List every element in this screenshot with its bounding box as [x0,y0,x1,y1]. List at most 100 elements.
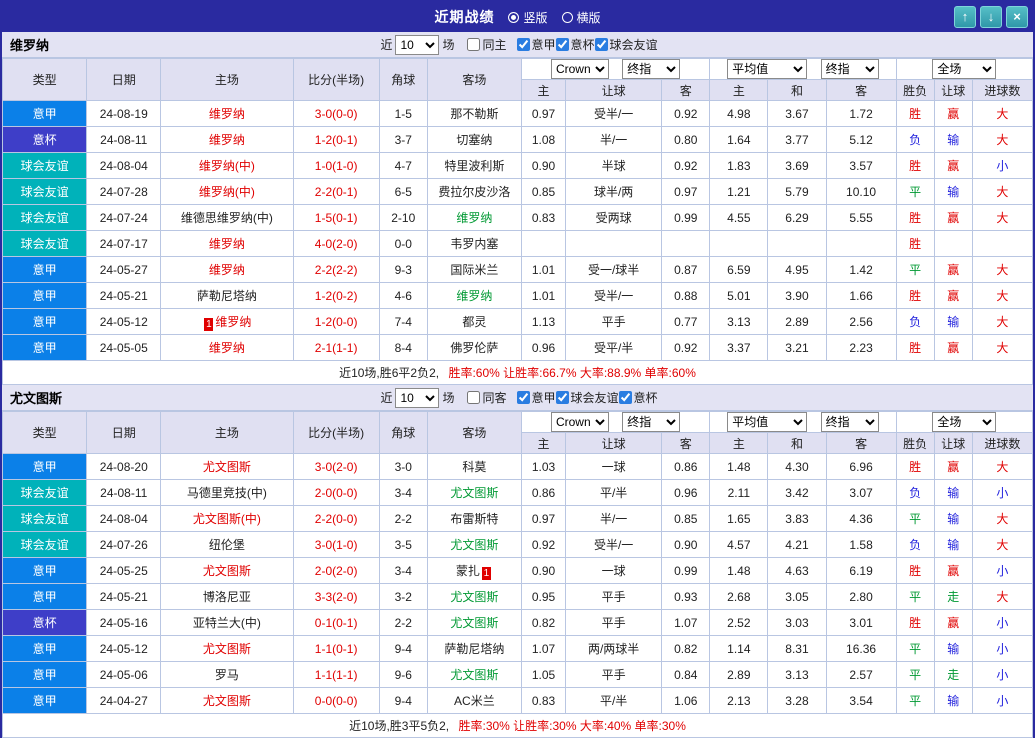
match-row: 意杯 24-08-11 维罗纳 1-2(0-1) 3-7 切塞纳 1.08 半/一 0.80 1.… [1,126,1034,153]
bookmaker-select[interactable]: Crown [550,59,609,79]
same-home-checkbox[interactable]: 同主 [467,36,507,53]
col-header-type: 类型 [1,58,88,101]
odds-away: 1.06 [661,687,711,714]
avg-stage-select[interactable]: 终指 [820,59,879,79]
home-team: 尤文图斯 [160,453,294,480]
avg-draw-odds: 3.67 [767,100,827,127]
match-count-select[interactable]: 10 [395,387,440,408]
match-row: 意甲 24-08-19 维罗纳 3-0(0-0) 1-5 那不勒斯 0.97 受半/一 0.92… [1,100,1034,127]
sub-header-goals: 进球数 [971,79,1034,101]
bookmaker-select[interactable]: Crown [550,412,609,432]
scope-select[interactable]: 全场 [932,412,997,432]
layout-vertical-label: 竖版 [523,10,548,25]
match-row: 意甲 24-05-06 罗马 1-1(1-1) 9-6 尤文图斯 1.05 平手 0.84 2.8… [1,661,1034,688]
average-header-cell: 平均值 终指 [709,58,897,80]
match-count-select[interactable]: 10 [395,34,440,55]
same-away-checkbox[interactable]: 同客 [467,389,507,406]
team-label: 切塞纳 [456,133,493,147]
home-team: 萨勒尼塔纳 [160,282,294,309]
league-badge: 意甲 [1,583,88,610]
away-team: 蒙扎 1 [426,557,522,584]
corner-score: 3-4 [378,557,428,584]
col-header-corner: 角球 [378,411,428,454]
average-select[interactable]: 平均值 [727,59,808,79]
result-mark: 平 [895,505,935,532]
avg-home-odds: 1.65 [709,505,769,532]
league-filter-checkbox[interactable]: 球会友谊 [594,36,658,53]
handicap-line: 平手 [565,661,663,688]
handicap-result-mark: 输 [933,308,973,335]
handicap-line [565,230,663,257]
avg-home-odds: 2.13 [709,687,769,714]
odds-header-cell: Crown 终指 [520,411,711,433]
odds-stage-select[interactable]: 终指 [622,412,681,432]
home-team: 尤文图斯 [160,687,294,714]
away-team: 尤文图斯 [426,479,522,506]
league-badge: 球会友谊 [1,531,88,558]
handicap-line: 平手 [565,609,663,636]
league-filter-checkbox[interactable]: 意甲 [516,389,556,406]
avg-stage-select[interactable]: 终指 [820,412,879,432]
score: 2-0(0-0) [292,479,380,506]
handicap-line: 受两球 [565,204,663,231]
goals-result-mark: 小 [971,661,1034,688]
goals-result-mark: 大 [971,282,1034,309]
home-team: 维罗纳 [160,100,294,127]
avg-draw-odds: 3.03 [767,609,827,636]
layout-horizontal-option[interactable]: 横版 [561,9,601,26]
sub-header-handicap-result: 让球 [933,79,973,101]
match-row: 意甲 24-05-12 1 维罗纳 1-2(0-0) 7-4 都灵 1.13 平手 0.77 3.1… [1,308,1034,335]
league-badge: 意甲 [1,100,88,127]
team-label: 尤文图斯 [450,486,499,500]
team-label: 特里波利斯 [444,159,505,173]
layout-vertical-radio[interactable] [508,11,520,23]
handicap-result-mark: 赢 [933,100,973,127]
score: 4-0(2-0) [292,230,380,257]
games-label: 场 [442,38,455,52]
team-label: 都灵 [462,315,487,329]
layout-horizontal-label: 横版 [576,10,601,25]
avg-home-odds: 2.11 [709,479,769,506]
avg-home-odds: 1.48 [709,453,769,480]
odds-home: 0.82 [520,609,567,636]
handicap-result-mark: 走 [933,661,973,688]
move-down-button[interactable]: ↓ [980,6,1002,28]
avg-draw-odds: 3.77 [767,126,827,153]
team-label: 马德里竞技(中) [186,486,267,500]
avg-home-odds: 4.98 [709,100,769,127]
team-label: AC米兰 [454,694,495,708]
same-home-checkbox-input[interactable] [467,38,481,51]
handicap-result-mark: 输 [933,635,973,662]
layout-horizontal-radio[interactable] [561,11,573,23]
red-card-icon: 1 [481,566,491,580]
result-mark: 平 [895,687,935,714]
layout-vertical-option[interactable]: 竖版 [508,9,548,26]
move-up-button[interactable]: ↑ [954,6,976,28]
odds-stage-select[interactable]: 终指 [622,59,681,79]
close-button[interactable]: × [1006,6,1028,28]
league-filter-checkbox[interactable]: 意甲 [516,36,556,53]
sub-header-avg-draw: 和 [767,79,827,101]
handicap-result-mark [933,230,973,257]
match-date: 24-05-25 [86,557,162,584]
same-away-checkbox-input[interactable] [467,391,481,404]
home-team: 维德思维罗纳(中) [160,204,294,231]
score: 2-2(2-2) [292,256,380,283]
team-label: 费拉尔皮沙洛 [438,185,511,199]
league-filter-checkbox[interactable]: 意杯 [618,389,658,406]
handicap-result-mark: 赢 [933,334,973,361]
scope-select[interactable]: 全场 [932,59,997,79]
average-select[interactable]: 平均值 [727,412,808,432]
handicap-line: 两/两球半 [565,635,663,662]
odds-away: 0.90 [661,531,711,558]
league-filter-checkbox[interactable]: 球会友谊 [555,389,619,406]
corner-score: 9-4 [378,635,428,662]
corner-score: 3-0 [378,453,428,480]
avg-draw-odds: 4.63 [767,557,827,584]
league-filter-checkbox[interactable]: 意杯 [555,36,595,53]
filter-controls: 近 10 场 同客 意甲 球会友谊 意杯 [377,387,658,408]
handicap-line: 受半/一 [565,531,663,558]
handicap-line: 一球 [565,557,663,584]
corner-score: 9-3 [378,256,428,283]
league-badge: 球会友谊 [1,479,88,506]
